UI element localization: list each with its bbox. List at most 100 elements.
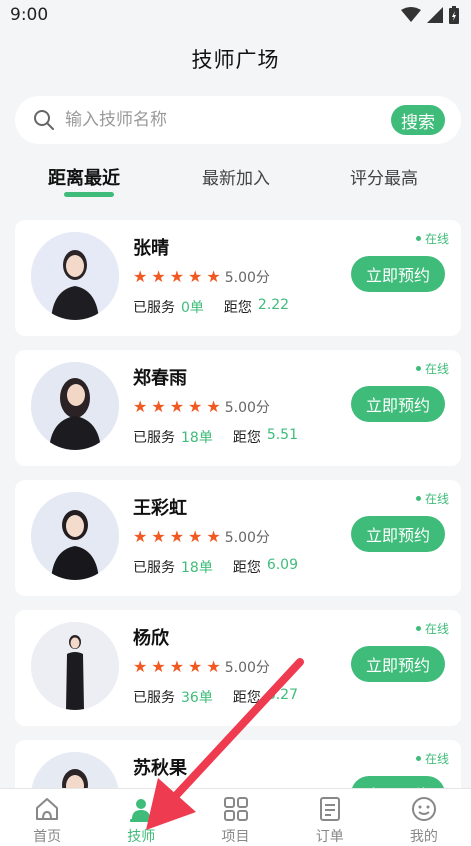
star-icon: ★: [188, 267, 203, 286]
distance-value: 6.09: [266, 557, 298, 573]
rating-score: 5.00分: [224, 270, 270, 286]
star-icon: ★: [169, 657, 185, 676]
star-icon: ★: [151, 267, 166, 286]
star-icon: ★: [206, 657, 221, 676]
star-icon: ★: [206, 267, 221, 286]
technician-card[interactable]: 张晴 ★ ★ ★ ★ ★ 5.00分 已服务 0单 距您 2.22 在线 立即预约: [15, 220, 461, 336]
technician-stats: 已服务 0单 距您 2.22: [133, 297, 289, 317]
star-icon: ★: [188, 397, 203, 416]
nav-label: 技师: [127, 829, 156, 845]
nav-item-technician[interactable]: 技师: [94, 789, 188, 846]
technician-name: 王彩虹: [133, 498, 187, 519]
online-status: 在线: [415, 620, 449, 637]
sort-tabs: 距离最近 最新加入 评分最高: [0, 164, 471, 200]
nav-label: 首页: [33, 829, 62, 845]
online-label: 在线: [424, 362, 449, 376]
rating-score: 5.00分: [224, 660, 270, 676]
technician-name: 杨欣: [133, 628, 169, 649]
served-label: 已服务: [133, 690, 175, 706]
star-icon: ★: [133, 657, 148, 676]
nav-item-projects[interactable]: 项目: [188, 789, 282, 846]
book-now-button[interactable]: 立即预约: [351, 386, 445, 422]
star-icon: ★: [169, 397, 185, 416]
rating-stars: ★ ★ ★ ★ ★ 5.00分: [133, 527, 270, 547]
tab-active-indicator: [64, 192, 114, 197]
online-status: 在线: [415, 490, 449, 507]
distance-label: 距您: [223, 300, 252, 316]
online-dot-icon: [415, 236, 421, 241]
nav-item-home[interactable]: 首页: [0, 789, 94, 846]
distance-value: 2.22: [257, 297, 290, 313]
bottom-nav: 首页 技师 项目 订单 我的: [0, 788, 471, 846]
profile-icon: [411, 797, 436, 821]
technician-name: 苏秋果: [133, 758, 187, 779]
book-now-button[interactable]: 立即预约: [351, 256, 445, 292]
technician-name: 郑春雨: [133, 368, 187, 389]
online-dot-icon: [415, 626, 421, 631]
online-label: 在线: [424, 622, 449, 636]
star-icon: ★: [188, 527, 203, 546]
technician-icon: [130, 799, 153, 822]
online-status: 在线: [415, 360, 449, 377]
served-count: 0单: [181, 300, 204, 316]
technician-card[interactable]: 郑春雨 ★ ★ ★ ★ ★ 5.00分 已服务 18单 距您 5.51 在线 立即预约: [15, 350, 461, 466]
distance-value: 5.51: [266, 427, 298, 443]
served-label: 已服务: [133, 430, 175, 446]
technician-stats: 已服务 18单 距您 6.09: [133, 557, 298, 577]
served-count: 36单: [181, 690, 213, 706]
served-count: 18单: [181, 430, 213, 446]
online-status: 在线: [415, 230, 449, 247]
rating-stars: ★ ★ ★ ★ ★ 5.00分: [133, 657, 270, 677]
nav-item-profile[interactable]: 我的: [377, 789, 471, 846]
star-icon: ★: [206, 397, 221, 416]
wifi-icon: [401, 7, 421, 22]
search-bar: 搜索: [15, 96, 461, 144]
technician-stats: 已服务 18单 距您 5.51: [133, 427, 298, 447]
status-time: 9:00: [10, 5, 49, 25]
star-icon: ★: [151, 657, 166, 676]
served-count: 18单: [181, 560, 213, 576]
nav-item-orders[interactable]: 订单: [283, 789, 377, 846]
star-icon: ★: [169, 527, 185, 546]
online-label: 在线: [424, 232, 449, 246]
avatar: [31, 362, 119, 450]
distance-value: 6.27: [266, 687, 298, 703]
signal-icon: [427, 7, 443, 23]
nav-label: 我的: [409, 829, 438, 845]
star-icon: ★: [188, 657, 203, 676]
star-icon: ★: [133, 397, 148, 416]
star-icon: ★: [169, 267, 185, 286]
grid-icon: [223, 797, 248, 821]
online-dot-icon: [415, 496, 421, 501]
order-icon: [319, 797, 340, 821]
tab-top-rated[interactable]: 评分最高: [350, 164, 418, 189]
rating-stars: ★ ★ ★ ★ ★ 5.00分: [133, 267, 270, 287]
technician-card[interactable]: 王彩虹 ★ ★ ★ ★ ★ 5.00分 已服务 18单 距您 6.09 在线 立即预约: [15, 480, 461, 596]
star-icon: ★: [206, 527, 221, 546]
status-icons: [401, 6, 459, 24]
avatar: [31, 232, 119, 320]
rating-stars: ★ ★ ★ ★ ★ 5.00分: [133, 397, 270, 417]
distance-label: 距您: [232, 560, 261, 576]
star-icon: ★: [133, 267, 148, 286]
rating-score: 5.00分: [224, 530, 270, 546]
book-now-button[interactable]: 立即预约: [351, 646, 445, 682]
nav-label: 项目: [221, 829, 250, 845]
star-icon: ★: [133, 527, 148, 546]
online-status: 在线: [415, 750, 449, 767]
distance-label: 距您: [232, 430, 261, 446]
home-icon: [36, 798, 59, 820]
served-label: 已服务: [133, 560, 175, 576]
search-input[interactable]: [65, 110, 391, 130]
tab-nearest[interactable]: 距离最近: [48, 164, 120, 190]
avatar: [31, 492, 119, 580]
rating-score: 5.00分: [224, 400, 270, 416]
tab-newest[interactable]: 最新加入: [202, 164, 270, 189]
page-title: 技师广场: [191, 48, 280, 72]
book-now-button[interactable]: 立即预约: [351, 516, 445, 552]
technician-card[interactable]: 杨欣 ★ ★ ★ ★ ★ 5.00分 已服务 36单 距您 6.27 在线 立即预约: [15, 610, 461, 726]
search-button[interactable]: 搜索: [391, 105, 445, 135]
online-label: 在线: [424, 492, 449, 506]
star-icon: ★: [151, 397, 166, 416]
technician-name: 张晴: [133, 238, 169, 259]
